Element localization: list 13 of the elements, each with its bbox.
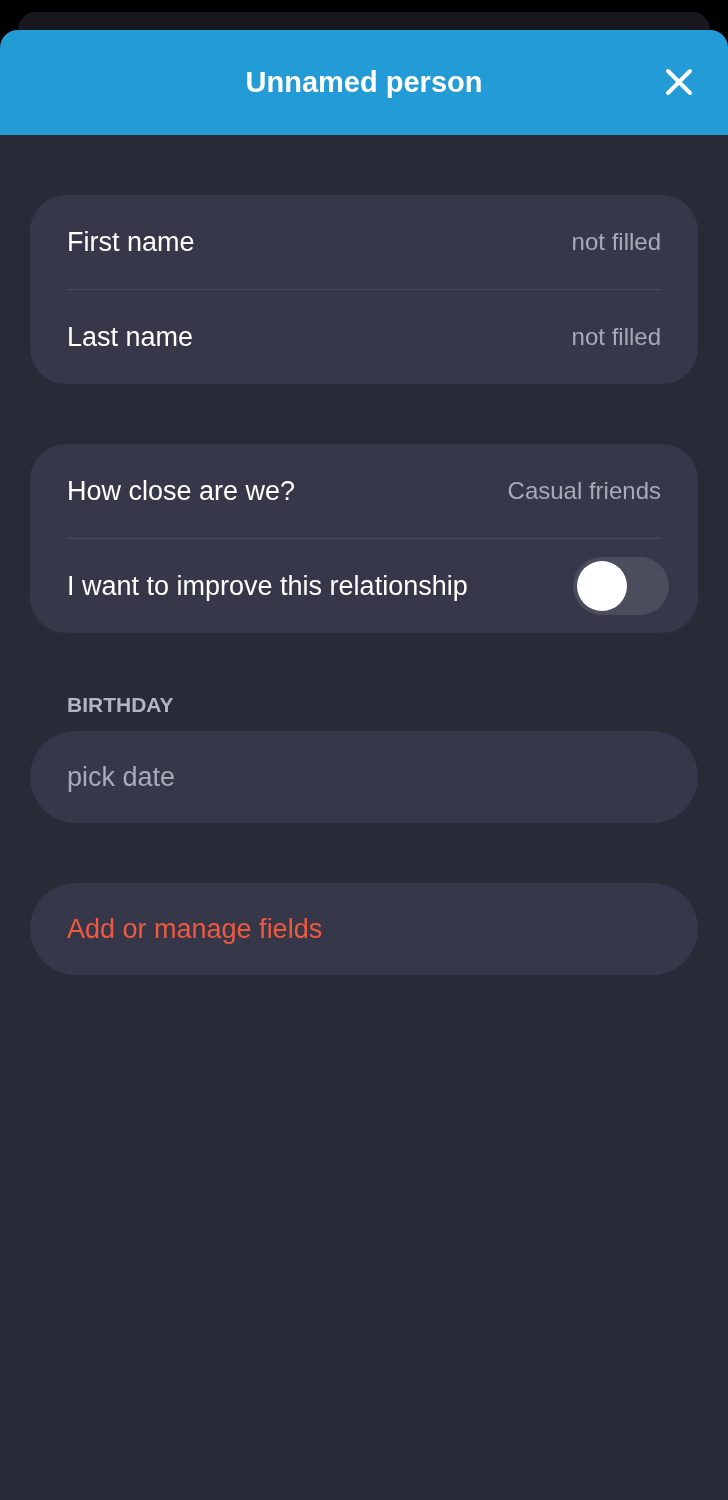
header-title: Unnamed person bbox=[245, 66, 483, 99]
date-field[interactable]: pick date bbox=[30, 731, 698, 823]
close-button[interactable] bbox=[664, 67, 694, 97]
row-label: Last name bbox=[67, 321, 194, 353]
row-label: I want to improve this relationship bbox=[67, 570, 468, 602]
close-icon bbox=[664, 67, 694, 97]
row-value[interactable]: not filled bbox=[571, 323, 661, 351]
row-label: First name bbox=[67, 226, 195, 258]
row-value[interactable]: not filled bbox=[571, 228, 661, 256]
section-heading: BIRTHDAY bbox=[66, 693, 175, 717]
row-label: How close are we? bbox=[67, 475, 296, 507]
manage-fields-button[interactable]: Add or manage fields bbox=[30, 883, 698, 975]
row-value[interactable]: Casual friends bbox=[507, 477, 661, 505]
